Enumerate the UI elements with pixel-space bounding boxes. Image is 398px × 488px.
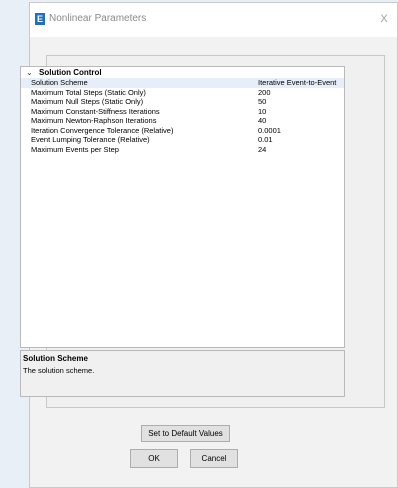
property-name: Maximum Events per Step <box>31 144 119 154</box>
property-name: Iteration Convergence Tolerance (Relativ… <box>31 125 174 135</box>
title-bar: E Nonlinear Parameters X <box>30 3 397 37</box>
cancel-button[interactable]: Cancel <box>190 449 238 468</box>
set-default-values-button[interactable]: Set to Default Values <box>141 425 230 442</box>
property-value[interactable]: 50 <box>258 97 266 107</box>
property-name: Maximum Constant-Stiffness Iterations <box>31 106 160 116</box>
chevron-down-icon[interactable]: ⌄ <box>26 67 34 78</box>
property-value[interactable]: 40 <box>258 116 266 126</box>
window-title: Nonlinear Parameters <box>49 13 147 24</box>
property-name: Maximum Newton-Raphson Iterations <box>31 116 157 125</box>
property-row[interactable]: Solution Scheme Iterative Event-to-Event <box>21 78 344 88</box>
description-panel: Solution Scheme The solution scheme. <box>20 350 345 397</box>
app-logo-icon: E <box>35 13 45 25</box>
property-value[interactable]: 10 <box>258 107 266 117</box>
ok-button[interactable]: OK <box>130 449 178 468</box>
description-text: The solution scheme. <box>23 366 95 375</box>
category-row-solution-control[interactable]: ⌄ Solution Control <box>21 67 344 78</box>
property-name: Event Lumping Tolerance (Relative) <box>31 135 150 144</box>
property-row[interactable]: Maximum Newton-Raphson Iterations 40 <box>21 116 344 126</box>
property-row[interactable]: Maximum Events per Step 24 <box>21 145 344 155</box>
category-label: Solution Control <box>39 68 102 77</box>
property-value[interactable]: 0.01 <box>258 135 273 145</box>
property-grid[interactable]: ⌄ Solution Control Solution Scheme Itera… <box>20 66 345 348</box>
property-value[interactable]: 200 <box>258 88 271 98</box>
property-row[interactable]: Iteration Convergence Tolerance (Relativ… <box>21 126 344 136</box>
property-row[interactable]: Maximum Constant-Stiffness Iterations 10 <box>21 107 344 117</box>
property-row[interactable]: Maximum Null Steps (Static Only) 50 <box>21 97 344 107</box>
property-value[interactable]: 24 <box>258 145 266 155</box>
property-name: Solution Scheme <box>31 78 88 87</box>
property-name: Maximum Total Steps (Static Only) <box>31 87 146 97</box>
property-value[interactable]: Iterative Event-to-Event <box>258 78 336 88</box>
description-title: Solution Scheme <box>23 354 88 363</box>
property-name: Maximum Null Steps (Static Only) <box>31 97 144 106</box>
close-icon[interactable]: X <box>377 12 391 26</box>
property-value[interactable]: 0.0001 <box>258 126 281 136</box>
property-row[interactable]: Event Lumping Tolerance (Relative) 0.01 <box>21 135 344 145</box>
property-row[interactable]: Maximum Total Steps (Static Only) 200 <box>21 88 344 98</box>
